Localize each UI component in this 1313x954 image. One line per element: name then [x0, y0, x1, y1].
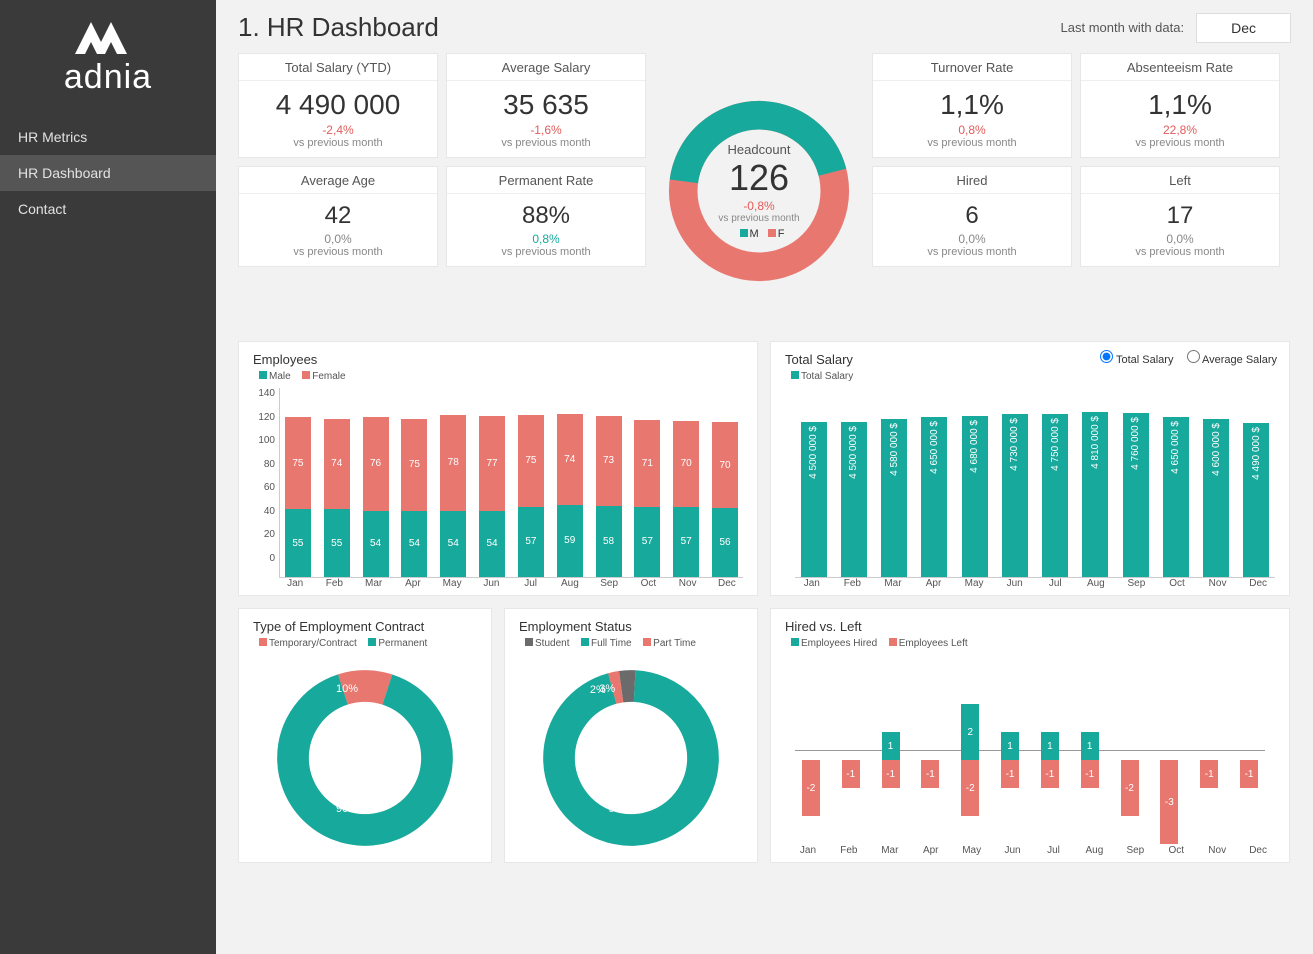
- kpi-turnover: Turnover Rate 1,1% 0,8% vs previous mont…: [872, 53, 1072, 158]
- page-title: 1. HR Dashboard: [238, 12, 439, 43]
- salary-toggle[interactable]: Total Salary Average Salary: [1090, 350, 1277, 366]
- month-select[interactable]: Dec: [1196, 13, 1291, 43]
- kpi-left: Left 17 0,0% vs previous month: [1080, 166, 1280, 267]
- kpi-grid: Total Salary (YTD) 4 490 000 -2,4% vs pr…: [238, 53, 1291, 329]
- kpi-hired: Hired 6 0,0% vs previous month: [872, 166, 1072, 267]
- brand-text: adnia: [0, 58, 216, 97]
- salary-chart: Total Salary Total Salary Average Salary…: [770, 341, 1290, 596]
- sidebar: adnia HR MetricsHR DashboardContact: [0, 0, 216, 954]
- sidebar-item-hr-dashboard[interactable]: HR Dashboard: [0, 155, 216, 191]
- employees-chart: Employees Male Female 140120100806040200…: [238, 341, 758, 596]
- status-chart: Employment Status Student Full Time Part…: [504, 608, 758, 863]
- logo-icon: [73, 18, 143, 56]
- kpi-avg-age: Average Age 42 0,0% vs previous month: [238, 166, 438, 267]
- kpi-absent: Absenteeism Rate 1,1% 22,8% vs previous …: [1080, 53, 1280, 158]
- last-month-label: Last month with data:: [1061, 20, 1185, 35]
- kpi-avg-salary: Average Salary 35 635 -1,6% vs previous …: [446, 53, 646, 158]
- logo: adnia: [0, 0, 216, 119]
- contract-chart: Type of Employment Contract Temporary/Co…: [238, 608, 492, 863]
- kpi-total-salary: Total Salary (YTD) 4 490 000 -2,4% vs pr…: [238, 53, 438, 158]
- kpi-perm-rate: Permanent Rate 88% 0,8% vs previous mont…: [446, 166, 646, 267]
- header: 1. HR Dashboard Last month with data: De…: [238, 12, 1291, 43]
- sidebar-item-hr-metrics[interactable]: HR Metrics: [0, 119, 216, 155]
- headcount-donut: Headcount 126 -0,8% vs previous month M …: [654, 53, 864, 329]
- hired-left-chart: Hired vs. Left Employees Hired Employees…: [770, 608, 1290, 863]
- main: 1. HR Dashboard Last month with data: De…: [216, 0, 1313, 954]
- nav: HR MetricsHR DashboardContact: [0, 119, 216, 227]
- sidebar-item-contact[interactable]: Contact: [0, 191, 216, 227]
